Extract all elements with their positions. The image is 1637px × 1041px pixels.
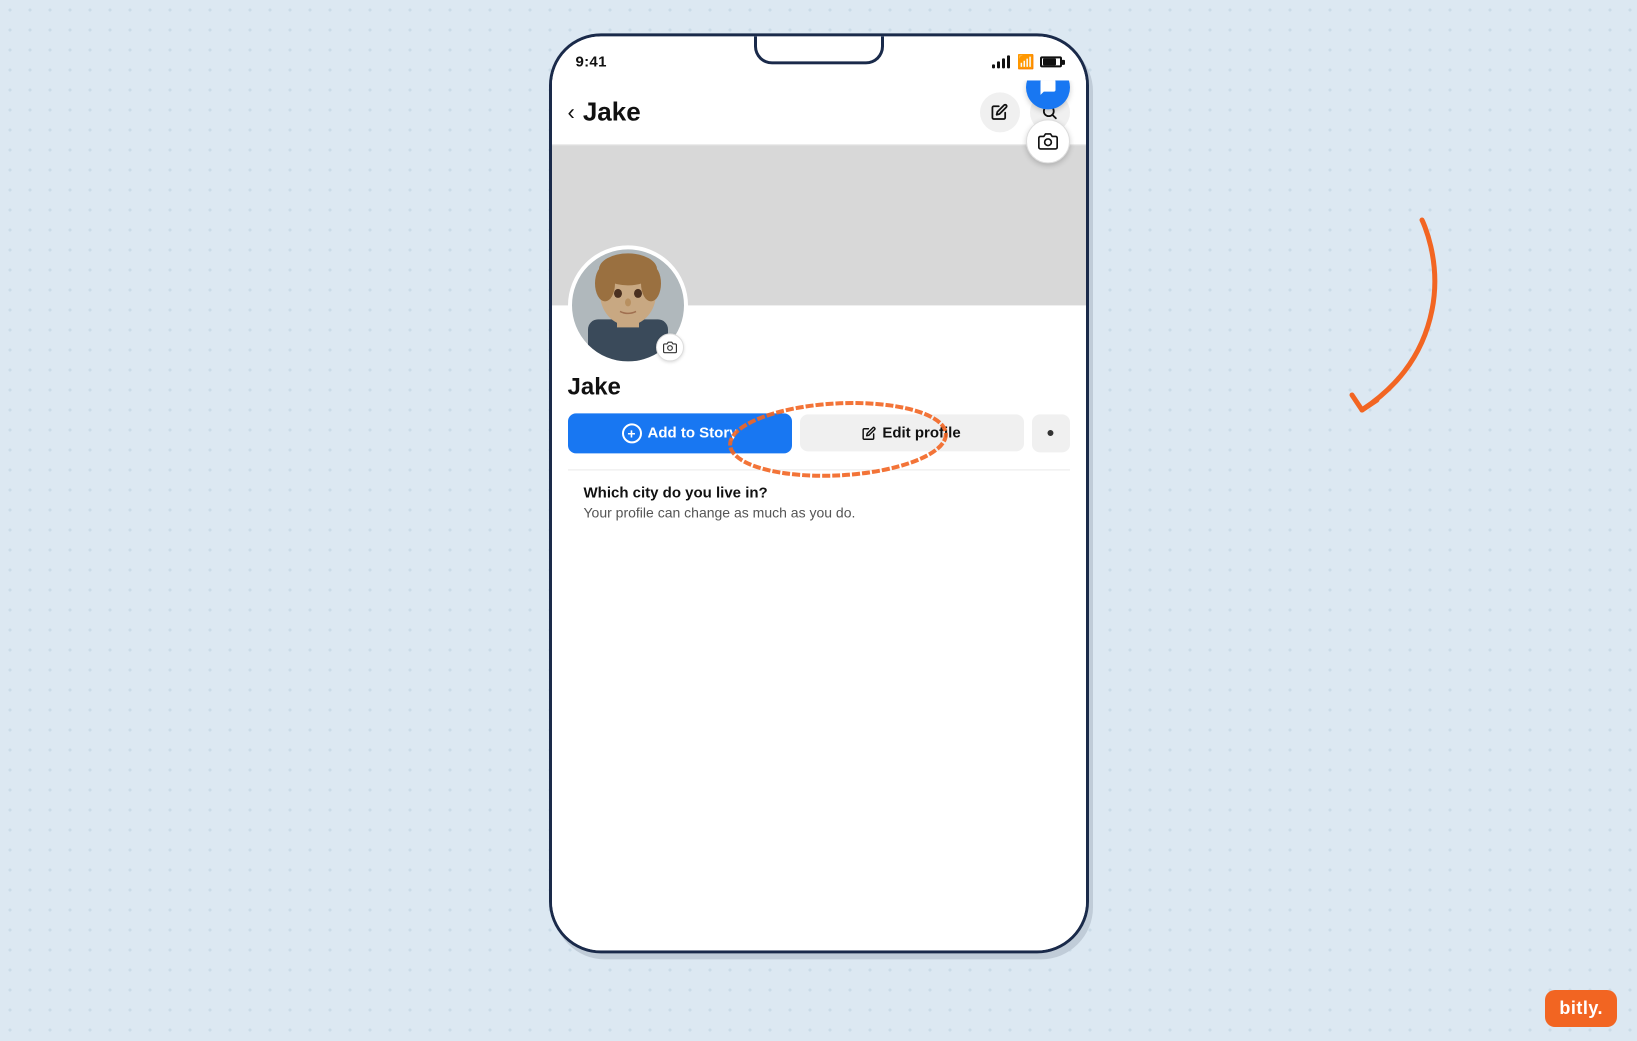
- camera-button[interactable]: [1026, 119, 1070, 163]
- more-icon: •: [1047, 422, 1055, 444]
- city-description: Your profile can change as much as you d…: [584, 504, 1054, 520]
- edit-profile-label: Edit profile: [882, 424, 960, 441]
- signal-icon: [992, 55, 1010, 68]
- city-question: Which city do you live in?: [584, 484, 1054, 501]
- add-to-story-label: Add to Story: [648, 424, 738, 441]
- add-story-icon: +: [622, 423, 642, 443]
- bitly-label: bitly.: [1559, 998, 1603, 1018]
- phone-mockup: 9:41 📶 ‹ Jake: [549, 33, 1089, 953]
- edit-profile-button[interactable]: Edit profile: [800, 414, 1024, 451]
- header-bar: ‹ Jake: [552, 80, 1086, 145]
- city-section: Which city do you live in? Your profile …: [568, 469, 1070, 534]
- phone-frame: 9:41 📶 ‹ Jake: [549, 33, 1089, 953]
- back-button[interactable]: ‹: [568, 99, 575, 125]
- avatar-wrapper: [568, 245, 688, 365]
- add-to-story-button[interactable]: + Add to Story: [568, 413, 792, 453]
- header-edit-button[interactable]: [980, 92, 1020, 132]
- bitly-badge: bitly.: [1545, 990, 1617, 1027]
- avatar-camera-button[interactable]: [656, 333, 684, 361]
- status-time: 9:41: [576, 53, 607, 70]
- status-icons: 📶: [992, 53, 1061, 70]
- phone-notch: [754, 36, 884, 64]
- edit-profile-icon: [862, 426, 876, 440]
- profile-section: Jake + Add to Story Edit pro: [552, 305, 1086, 546]
- floating-buttons: [1026, 80, 1070, 163]
- profile-header-title: Jake: [583, 96, 641, 127]
- wifi-icon: 📶: [1017, 53, 1034, 70]
- profile-name: Jake: [568, 373, 1070, 401]
- header-left: ‹ Jake: [568, 96, 641, 127]
- battery-icon: [1040, 56, 1062, 67]
- app-content: ‹ Jake: [552, 80, 1086, 950]
- action-buttons: + Add to Story Edit profile •: [568, 413, 1070, 453]
- message-button[interactable]: [1026, 80, 1070, 109]
- more-options-button[interactable]: •: [1032, 414, 1070, 452]
